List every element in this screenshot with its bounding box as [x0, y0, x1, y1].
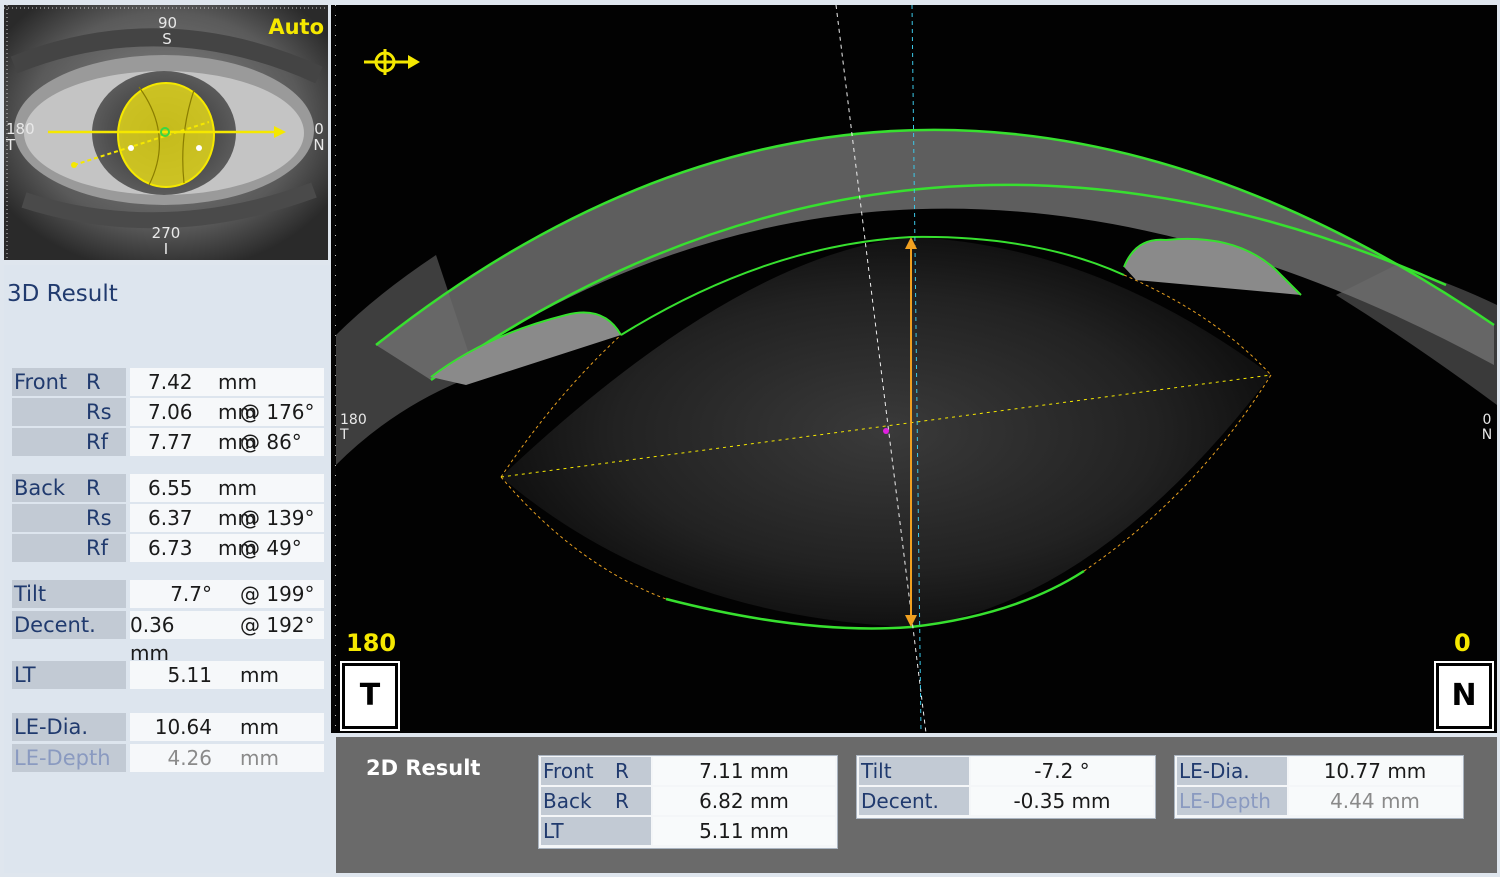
right-axis-label: 0 N: [310, 121, 328, 153]
bottom-axis-label: 270 I: [150, 225, 182, 257]
result-2d-title: 2D Result: [366, 756, 481, 780]
top-axis-label: 90 S: [158, 14, 178, 48]
left-side-direction: T: [340, 427, 349, 443]
oct-scan-image: [336, 5, 1497, 733]
nasal-direction-box: N: [1434, 661, 1494, 731]
le-depth-row: LE-Depth 4.26 mm: [12, 744, 324, 773]
top-direction: S: [162, 30, 172, 48]
result-2d-le-depth-row: LE-Depth 4.44 mm: [1177, 787, 1461, 815]
right-side-direction: N: [1481, 427, 1493, 443]
decent-row: Decent. 0.36 mm @ 192°: [12, 611, 324, 665]
right-angle-label: 0: [1454, 629, 1471, 657]
result-2d-front-value: 7.11 mm: [653, 757, 835, 785]
result-2d-tilt-box: Tilt -7.2 ° Decent. -0.35 mm: [856, 755, 1156, 819]
le-dia-value: 10.64 mm: [130, 713, 324, 741]
result-2d-lt-value: 5.11 mm: [653, 817, 835, 845]
result-2d-lt-label: LT: [541, 817, 651, 845]
back-rs-label: Rs: [12, 504, 126, 532]
auto-mode-label: Auto: [268, 15, 324, 39]
front-rf-label: Rf: [12, 428, 126, 456]
front-rf-value: 7.77 mm @ 86°: [130, 428, 324, 456]
result-2d-tilt-row: Tilt -7.2 °: [859, 757, 1153, 785]
left-degree: 180: [6, 120, 35, 138]
result-2d-le-dia-row: LE-Dia. 10.77 mm: [1177, 757, 1461, 785]
result-2d-panel: 2D Result Front R 7.11 mm Back R 6.82 mm…: [336, 737, 1497, 873]
right-direction: N: [313, 136, 325, 154]
tilt-value: 7.7° @ 199°: [130, 580, 324, 608]
result-2d-le-dia-value: 10.77 mm: [1289, 757, 1461, 785]
result-2d-back-row: Back R 6.82 mm: [541, 787, 835, 815]
left-direction: T: [6, 136, 16, 154]
result-2d-front-row: Front R 7.11 mm: [541, 757, 835, 785]
result-2d-le-dia-label: LE-Dia.: [1177, 757, 1287, 785]
result-2d-decent-value: -0.35 mm: [971, 787, 1153, 815]
back-rs-row: Rs 6.37 mm @ 139°: [12, 504, 324, 533]
oct-cross-section-view: 180 T 0 N 180 0 T N: [336, 5, 1497, 733]
back-rf-row: Rf 6.73 mm @ 49°: [12, 534, 324, 563]
result-2d-le-box: LE-Dia. 10.77 mm LE-Depth 4.44 mm: [1174, 755, 1464, 819]
result-3d-panel: 3D Result Front R 7.42 mm Rs 7.06 mm @ 1…: [4, 265, 330, 873]
left-side-label: 180 T: [340, 413, 367, 443]
anterior-eye-camera-view: Auto 90 S 180 T 0 N 270 I: [4, 5, 328, 260]
left-axis-label: 180 T: [6, 121, 35, 153]
temporal-direction-box: T: [340, 661, 400, 731]
result-2d-front-label: Front R: [541, 757, 651, 785]
lt-label: LT: [12, 661, 126, 689]
back-r-row: Back R 6.55 mm: [12, 474, 324, 503]
decent-label: Decent.: [12, 611, 126, 639]
result-2d-decent-row: Decent. -0.35 mm: [859, 787, 1153, 815]
decent-value: 0.36 mm @ 192°: [130, 611, 324, 665]
result-2d-back-label: Back R: [541, 787, 651, 815]
result-2d-le-depth-value: 4.44 mm: [1289, 787, 1461, 815]
lt-row: LT 5.11 mm: [12, 661, 324, 690]
front-rf-row: Rf 7.77 mm @ 86°: [12, 428, 324, 457]
front-rs-row: Rs 7.06 mm @ 176°: [12, 398, 324, 427]
bottom-direction: I: [163, 240, 169, 258]
back-rf-label: Rf: [12, 534, 126, 562]
right-degree: 0: [314, 120, 324, 138]
front-r-value: 7.42 mm: [130, 368, 324, 396]
back-r-label: Back R: [12, 474, 126, 502]
result-2d-back-value: 6.82 mm: [653, 787, 835, 815]
result-2d-decent-label: Decent.: [859, 787, 969, 815]
front-r-row: Front R 7.42 mm: [12, 368, 324, 397]
back-rs-value: 6.37 mm @ 139°: [130, 504, 324, 532]
back-rf-value: 6.73 mm @ 49°: [130, 534, 324, 562]
result-2d-tilt-value: -7.2 °: [971, 757, 1153, 785]
front-rs-label: Rs: [12, 398, 126, 426]
result-2d-le-depth-label: LE-Depth: [1177, 787, 1287, 815]
right-side-label: 0 N: [1479, 413, 1495, 443]
result-3d-title: 3D Result: [7, 281, 118, 307]
top-degree: 90: [158, 14, 178, 32]
left-angle-label: 180: [346, 629, 397, 657]
tilt-label: Tilt: [12, 580, 126, 608]
le-dia-row: LE-Dia. 10.64 mm: [12, 713, 324, 742]
left-side-degree: 180: [340, 412, 367, 428]
result-2d-tilt-label: Tilt: [859, 757, 969, 785]
result-2d-lt-row: LT 5.11 mm: [541, 817, 835, 845]
le-depth-label: LE-Depth: [12, 744, 126, 772]
tilt-row: Tilt 7.7° @ 199°: [12, 580, 324, 609]
back-r-value: 6.55 mm: [130, 474, 324, 502]
le-dia-label: LE-Dia.: [12, 713, 126, 741]
right-side-degree: 0: [1482, 412, 1492, 428]
result-2d-radius-box: Front R 7.11 mm Back R 6.82 mm LT 5.11 m…: [538, 755, 838, 849]
bottom-degree: 270: [151, 224, 181, 242]
lt-value: 5.11 mm: [130, 661, 324, 689]
le-depth-value: 4.26 mm: [130, 744, 324, 772]
front-r-label: Front R: [12, 368, 126, 396]
front-rs-value: 7.06 mm @ 176°: [130, 398, 324, 426]
